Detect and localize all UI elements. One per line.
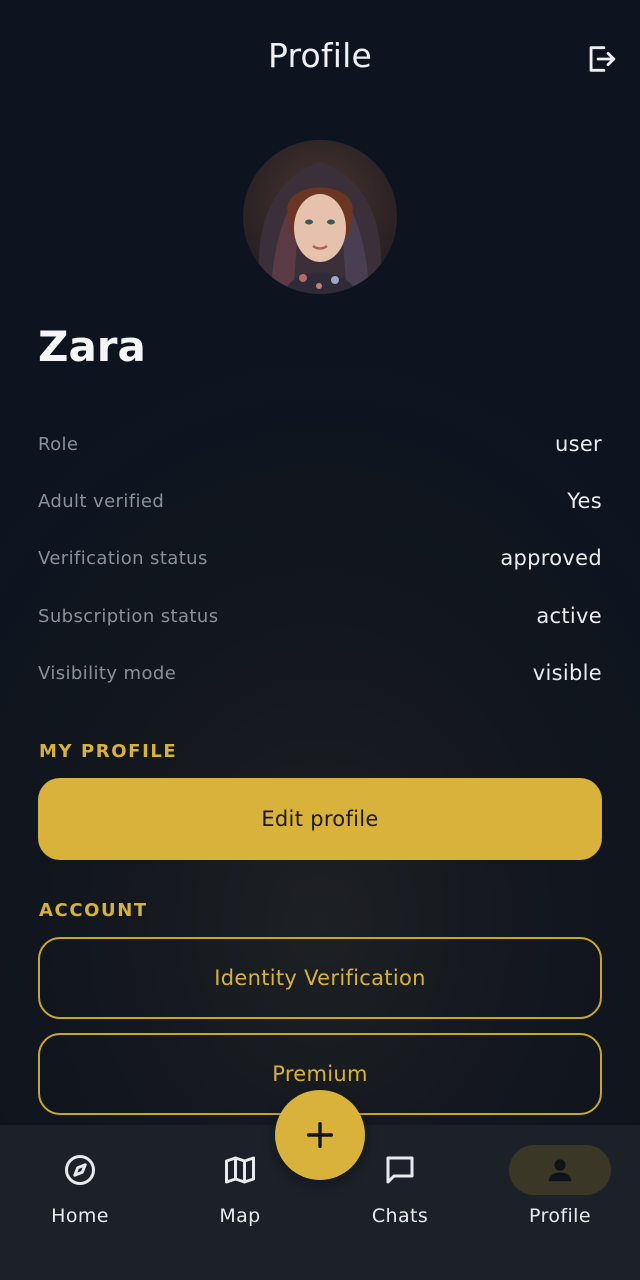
edit-profile-button[interactable]: Edit profile xyxy=(38,778,602,860)
user-photo xyxy=(243,140,397,294)
compass-icon xyxy=(65,1155,95,1185)
logout-icon xyxy=(589,46,616,72)
profile-name: Zara xyxy=(38,322,146,371)
nav-label-map: Map xyxy=(219,1205,261,1227)
info-value: user xyxy=(554,432,602,456)
page-title: Profile xyxy=(267,36,372,75)
avatar[interactable] xyxy=(243,140,397,294)
info-value: Yes xyxy=(567,489,602,513)
nav-item-home[interactable]: Home xyxy=(0,1145,160,1235)
info-row-subscription-status: Subscription status active xyxy=(38,596,602,636)
info-value: active xyxy=(536,604,602,628)
info-label: Subscription status xyxy=(38,605,219,627)
section-title-account: ACCOUNT xyxy=(39,900,148,921)
map-icon xyxy=(225,1156,255,1184)
identity-verification-button[interactable]: Identity Verification xyxy=(38,937,602,1019)
logout-button[interactable] xyxy=(580,38,622,80)
info-row-visibility-mode: Visibility mode visible xyxy=(38,653,602,693)
section-title-my-profile: MY PROFILE xyxy=(39,741,178,762)
nav-item-profile[interactable]: Profile xyxy=(480,1145,640,1235)
info-label: Verification status xyxy=(38,547,208,569)
info-label: Role xyxy=(38,433,79,455)
plus-icon xyxy=(306,1121,334,1149)
top-bar: Profile xyxy=(0,0,640,116)
info-value: visible xyxy=(532,661,602,685)
info-row-adult-verified: Adult verified Yes xyxy=(38,481,602,521)
nav-icon-container xyxy=(349,1145,451,1195)
chat-icon xyxy=(386,1156,414,1184)
nav-icon-container xyxy=(29,1145,131,1195)
person-icon xyxy=(548,1159,572,1182)
info-row-verification-status: Verification status approved xyxy=(38,538,602,578)
info-label: Adult verified xyxy=(38,490,165,512)
nav-label-profile: Profile xyxy=(529,1205,591,1227)
info-row-role: Role user xyxy=(38,424,602,464)
nav-label-home: Home xyxy=(51,1205,109,1227)
nav-label-chats: Chats xyxy=(371,1205,429,1227)
add-button[interactable] xyxy=(275,1090,365,1180)
info-label: Visibility mode xyxy=(38,662,177,684)
info-value: approved xyxy=(500,546,602,570)
nav-icon-container xyxy=(189,1145,291,1195)
nav-active-indicator xyxy=(509,1145,611,1195)
